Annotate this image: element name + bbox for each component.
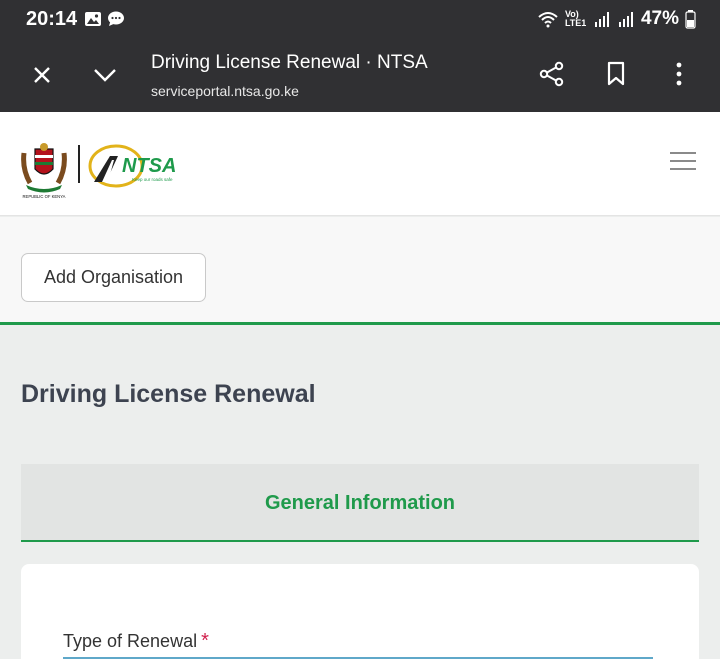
required-mark: * [201,630,209,652]
organisation-strip: Add Organisation [0,217,720,323]
status-indicators: Vo) LTE1 47% [537,8,696,30]
tab-general-information[interactable]: General Information [21,464,699,542]
section-divider [0,322,720,325]
coat-caption: REPUBLIC OF KENYA [23,194,66,199]
form-card: Type of Renewal * [21,564,699,659]
signal-icon [618,12,633,27]
more-vertical-icon [676,62,682,86]
close-tab-button[interactable] [22,55,62,95]
battery-percent: 47% [640,8,679,29]
signal-icon [594,12,609,27]
status-bar: 20:14 Vo) LTE1 47% [0,0,720,40]
ntsa-logo-text: NTSA [122,155,176,177]
bookmark-icon [607,61,625,86]
page-title: Driving License Renewal [21,380,316,408]
add-organisation-button[interactable]: Add Organisation [21,253,206,302]
share-button[interactable] [532,54,572,94]
wifi-icon [538,12,558,28]
type-of-renewal-label: Type of Renewal * [63,630,209,653]
minimize-button[interactable] [85,55,125,95]
url-text[interactable]: serviceportal.ntsa.go.ke [151,83,299,99]
ntsa-logo[interactable]: NTSA Keep our roads safe [88,142,180,192]
browser-toolbar: Driving License Renewal · NTSA servicepo… [0,40,720,112]
more-options-button[interactable] [659,54,699,94]
tab-label: General Information [264,492,456,514]
close-icon [34,67,50,83]
field-label-text: Type of Renewal [63,631,198,651]
gallery-icon [85,12,101,26]
status-time: 20:14 [26,8,78,30]
page-title-bar: Driving License Renewal · NTSA [151,52,428,73]
lte-indicator: Vo) LTE1 [564,9,587,28]
kenya-coat-of-arms-icon[interactable]: REPUBLIC OF KENYA [20,139,68,199]
site-header: REPUBLIC OF KENYA NTSA Keep our roads sa… [0,112,720,216]
hamburger-menu-icon[interactable] [670,152,698,176]
chevron-down-icon [94,69,116,82]
share-icon [539,61,564,87]
bookmark-button[interactable] [596,54,636,94]
logo-divider [78,145,80,183]
ntsa-tagline: Keep our roads safe [132,177,173,182]
message-icon [108,11,124,26]
battery-icon [685,10,696,29]
